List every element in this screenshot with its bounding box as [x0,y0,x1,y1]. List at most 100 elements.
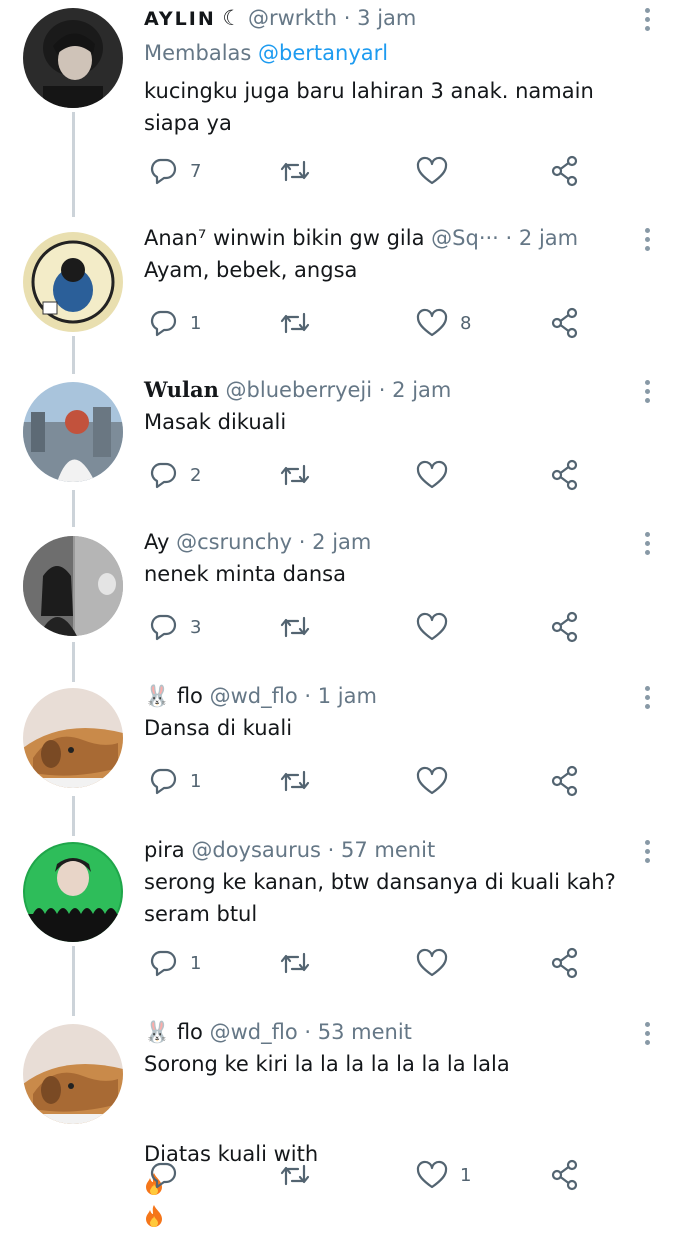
timestamp[interactable]: 1 jam [318,684,377,708]
tweet-text: kucingku juga baru lahiran 3 anak. namai… [144,79,594,135]
avatar[interactable] [23,536,123,636]
user-handle[interactable]: @Sq··· [431,226,499,250]
tweet-header: AYLIN ☾ @rwrkth · 3 jam [144,4,633,33]
like-button[interactable]: 1 [416,1158,471,1192]
like-button[interactable] [416,154,448,188]
display-name[interactable]: Wulan [144,377,219,402]
share-icon [551,1159,578,1191]
like-button[interactable]: 8 [416,306,471,340]
user-handle[interactable]: @doysaurus [191,838,321,862]
tweet[interactable]: Anan⁷ winwin bikin gw gila @Sq··· · 2 ja… [0,224,683,344]
retweet-icon [280,616,310,638]
timestamp[interactable]: 3 jam [357,6,416,30]
display-name[interactable]: 🐰 flo [144,1020,203,1044]
display-name[interactable]: Ay [144,530,169,554]
avatar[interactable] [23,688,123,788]
tweet-text: Ayam, bebek, angsa [144,258,358,282]
reply-count: 3 [190,616,202,638]
avatar[interactable] [23,8,123,108]
share-button[interactable] [550,764,580,798]
avatar[interactable] [23,842,123,942]
tweet-text: Dansa di kuali [144,716,293,740]
reply-button[interactable]: 1 [148,306,201,340]
user-handle[interactable]: @rwrkth [248,6,337,30]
avatar[interactable] [23,1024,123,1124]
separator-dot: · [505,226,513,250]
more-icon[interactable] [645,380,651,407]
retweet-button[interactable] [278,946,312,980]
timestamp[interactable]: 2 jam [312,530,371,554]
separator-dot: · [327,838,335,862]
reply-button[interactable]: 2 [148,458,201,492]
timestamp[interactable]: 2 jam [392,378,451,402]
mention-link[interactable]: @bertanyarl [258,41,388,65]
tweet[interactable]: 🐰 flo @wd_flo · 1 jam Dansa di kuali 1 [0,682,683,802]
tweet-actions: 1 [148,1158,608,1192]
more-icon[interactable] [645,1022,651,1049]
retweet-button[interactable] [278,764,312,798]
retweet-button[interactable] [278,1158,312,1192]
display-name[interactable]: pira [144,838,185,862]
thread-line [72,642,75,682]
display-name[interactable]: Anan⁷ winwin bikin gw gila [144,226,424,250]
tweet-actions: 1 8 [148,306,608,340]
share-icon [551,765,578,797]
heart-icon [416,612,448,641]
tweet[interactable]: AYLIN ☾ @rwrkth · 3 jam Membalas @bertan… [0,4,683,204]
retweet-button[interactable] [278,306,312,340]
like-count: 1 [460,1164,472,1186]
user-handle[interactable]: @blueberryeji [226,378,373,402]
more-icon[interactable] [645,8,651,35]
share-button[interactable] [550,306,580,340]
user-handle[interactable]: @wd_flo [210,684,298,708]
user-handle[interactable]: @wd_flo [210,1020,298,1044]
tweet[interactable]: 🐰 flo @wd_flo · 53 menit Sorong ke kiri … [0,1018,683,1227]
share-button[interactable] [550,610,580,644]
reply-icon [150,462,177,489]
reply-button[interactable]: 7 [148,154,201,188]
reply-button[interactable]: 1 [148,764,201,798]
more-icon[interactable] [645,228,651,255]
timestamp[interactable]: 2 jam [519,226,578,250]
timestamp[interactable]: 57 menit [341,838,435,862]
avatar[interactable] [23,232,123,332]
reply-count: 1 [190,770,202,792]
timestamp[interactable]: 53 menit [318,1020,412,1044]
separator-dot: · [304,1020,312,1044]
reply-thread: AYLIN ☾ @rwrkth · 3 jam Membalas @bertan… [0,0,683,1227]
retweet-icon [280,770,310,792]
display-name[interactable]: AYLIN [144,8,216,30]
reply-button[interactable]: 3 [148,610,201,644]
retweet-button[interactable] [278,154,312,188]
retweet-button[interactable] [278,458,312,492]
tweet-text: nenek minta dansa [144,562,346,586]
display-name[interactable]: 🐰 flo [144,684,203,708]
share-icon [551,459,578,491]
tweet[interactable]: Wulan @blueberryeji · 2 jam Masak dikual… [0,376,683,496]
retweet-button[interactable] [278,610,312,644]
more-icon[interactable] [645,840,651,867]
reply-button[interactable]: 1 [148,946,201,980]
tweet-header: Wulan @blueberryeji · 2 jam [144,376,633,404]
like-button[interactable] [416,458,448,492]
share-button[interactable] [550,458,580,492]
replying-to: Membalas @bertanyarl [144,39,633,67]
reply-icon [150,950,177,977]
like-button[interactable] [416,610,448,644]
user-handle[interactable]: @csrunchy [176,530,292,554]
more-icon[interactable] [645,532,651,559]
tweet[interactable]: pira @doysaurus · 57 menit serong ke kan… [0,836,683,996]
share-button[interactable] [550,946,580,980]
heart-icon [416,1160,448,1189]
share-button[interactable] [550,154,580,188]
tweet[interactable]: Ay @csrunchy · 2 jam nenek minta dansa 3 [0,528,683,648]
tweet-actions: 3 [148,610,608,644]
avatar[interactable] [23,382,123,482]
more-icon[interactable] [645,686,651,713]
like-button[interactable] [416,946,448,980]
tweet-actions: 1 [148,764,608,798]
share-button[interactable] [550,1158,580,1192]
retweet-icon [280,952,310,974]
like-button[interactable] [416,764,448,798]
reply-button[interactable] [148,1158,190,1192]
